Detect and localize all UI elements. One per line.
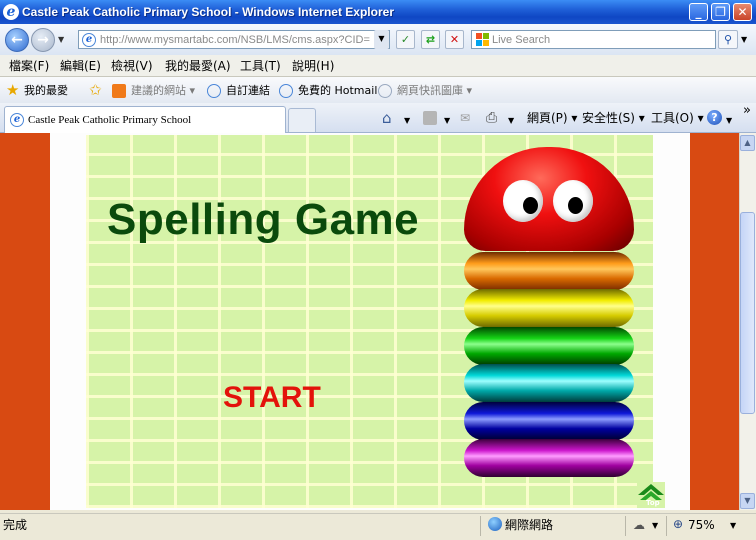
search-options-icon[interactable]: ▼ — [741, 35, 747, 44]
tab-page-icon: e — [10, 113, 24, 127]
menu-tools[interactable]: 工具(T) — [240, 59, 281, 73]
menu-view[interactable]: 檢視(V) — [111, 59, 153, 73]
menu-file[interactable]: 檔案(F) — [9, 59, 49, 73]
star-icon: ★ — [6, 81, 20, 99]
rss-dropdown-icon[interactable]: ▼ — [444, 114, 450, 128]
help-icon[interactable]: ? — [707, 110, 722, 125]
menu-favorites[interactable]: 我的最愛(A) — [165, 59, 231, 73]
menu-help[interactable]: 說明(H) — [292, 59, 334, 73]
page-menu-button[interactable]: 網頁(P) ▾ — [527, 111, 577, 125]
status-divider — [480, 516, 481, 536]
suggested-sites-icon — [112, 84, 126, 98]
fav-hotmail[interactable]: 免費的 Hotmail — [298, 84, 377, 98]
caterpillar-ring-yellow — [464, 289, 634, 327]
caterpillar-ring-green — [464, 327, 634, 365]
ie-page-icon — [378, 84, 392, 98]
start-button[interactable]: START — [223, 382, 321, 414]
scroll-thumb[interactable] — [740, 212, 755, 414]
maximize-button[interactable]: ❐ — [711, 3, 730, 21]
top-label: Top — [646, 499, 660, 507]
caterpillar-ring-magenta — [464, 439, 634, 477]
scroll-down-button[interactable]: ▼ — [740, 493, 755, 509]
mail-icon[interactable]: ✉ — [460, 111, 470, 125]
rss-icon[interactable] — [423, 111, 437, 125]
back-button[interactable]: ← — [5, 28, 29, 52]
search-button[interactable]: ⚲ — [718, 30, 738, 49]
window-title: Castle Peak Catholic Primary School - Wi… — [22, 5, 394, 19]
fav-custom-links[interactable]: 自訂連結 — [226, 84, 270, 98]
security-zone[interactable]: 網際網路 — [505, 518, 553, 532]
compatibility-button[interactable]: ✓ — [396, 30, 415, 49]
caterpillar-pupil-left — [523, 197, 538, 214]
ie-page-icon — [279, 84, 293, 98]
home-icon[interactable]: ⌂ — [382, 111, 392, 126]
add-favorite-icon[interactable]: ✩ — [89, 83, 102, 98]
fav-web-slice-gallery[interactable]: 網頁快訊圖庫 ▾ — [397, 84, 472, 98]
refresh-icon: ⇄ — [425, 33, 436, 46]
toolbar-overflow-button[interactable]: » — [743, 104, 751, 118]
help-dropdown-icon[interactable]: ▼ — [726, 114, 732, 128]
caterpillar-ring-cyan — [464, 364, 634, 402]
favorites-button[interactable]: 我的最愛 — [24, 84, 68, 98]
print-icon[interactable]: ⎙ — [486, 111, 497, 125]
tab-label: Castle Peak Catholic Primary School — [28, 114, 192, 126]
caterpillar-pupil-right — [568, 197, 583, 214]
address-url: http://www.mysmartabc.com/NSB/LMS/cms.as… — [100, 34, 370, 46]
search-placeholder: Live Search — [492, 34, 551, 46]
search-icon: ⚲ — [723, 33, 733, 46]
print-dropdown-icon[interactable]: ▼ — [508, 114, 514, 128]
stop-icon: ✕ — [449, 33, 460, 46]
protected-mode-dropdown-icon[interactable]: ▼ — [652, 521, 658, 530]
back-to-top-button[interactable]: Top — [637, 482, 665, 508]
zoom-dropdown-icon[interactable]: ▼ — [730, 521, 736, 530]
status-text: 完成 — [3, 518, 28, 532]
status-divider — [625, 516, 626, 536]
close-button[interactable]: ✕ — [733, 3, 752, 21]
game-title: Spelling Game — [107, 195, 420, 244]
safety-menu-button[interactable]: 安全性(S) ▾ — [582, 111, 645, 125]
new-tab-button[interactable] — [288, 108, 316, 132]
back-arrow-icon: ← — [11, 32, 23, 48]
globe-icon — [488, 517, 502, 531]
forward-button[interactable]: → — [31, 28, 55, 52]
ie-logo-icon: e — [3, 4, 19, 20]
zoom-level[interactable]: 75% — [688, 518, 715, 532]
zoom-icon[interactable]: ⊕ — [673, 517, 683, 531]
stop-button[interactable]: ✕ — [445, 30, 464, 49]
menu-edit[interactable]: 編輯(E) — [60, 59, 101, 73]
windows-flag-icon — [476, 33, 489, 46]
caterpillar-ring-orange — [464, 252, 634, 290]
home-dropdown-icon[interactable]: ▼ — [404, 114, 410, 128]
protected-mode-icon[interactable]: ☁ — [633, 518, 645, 532]
scroll-up-button[interactable]: ▲ — [740, 135, 755, 151]
ie-page-icon — [207, 84, 221, 98]
minimize-button[interactable]: _ — [689, 3, 708, 21]
refresh-button[interactable]: ⇄ — [421, 30, 440, 49]
address-dropdown-icon[interactable]: ▼ — [374, 30, 389, 49]
fav-suggested-sites[interactable]: 建議的網站 ▾ — [131, 84, 195, 98]
history-dropdown-icon[interactable]: ▼ — [58, 35, 64, 44]
page-check-icon: ✓ — [400, 33, 411, 46]
caterpillar-ring-blue — [464, 402, 634, 440]
status-divider — [666, 516, 667, 536]
page-icon: e — [82, 33, 96, 47]
tools-menu-button[interactable]: 工具(O) ▾ — [651, 111, 704, 125]
forward-arrow-icon: → — [37, 32, 49, 48]
